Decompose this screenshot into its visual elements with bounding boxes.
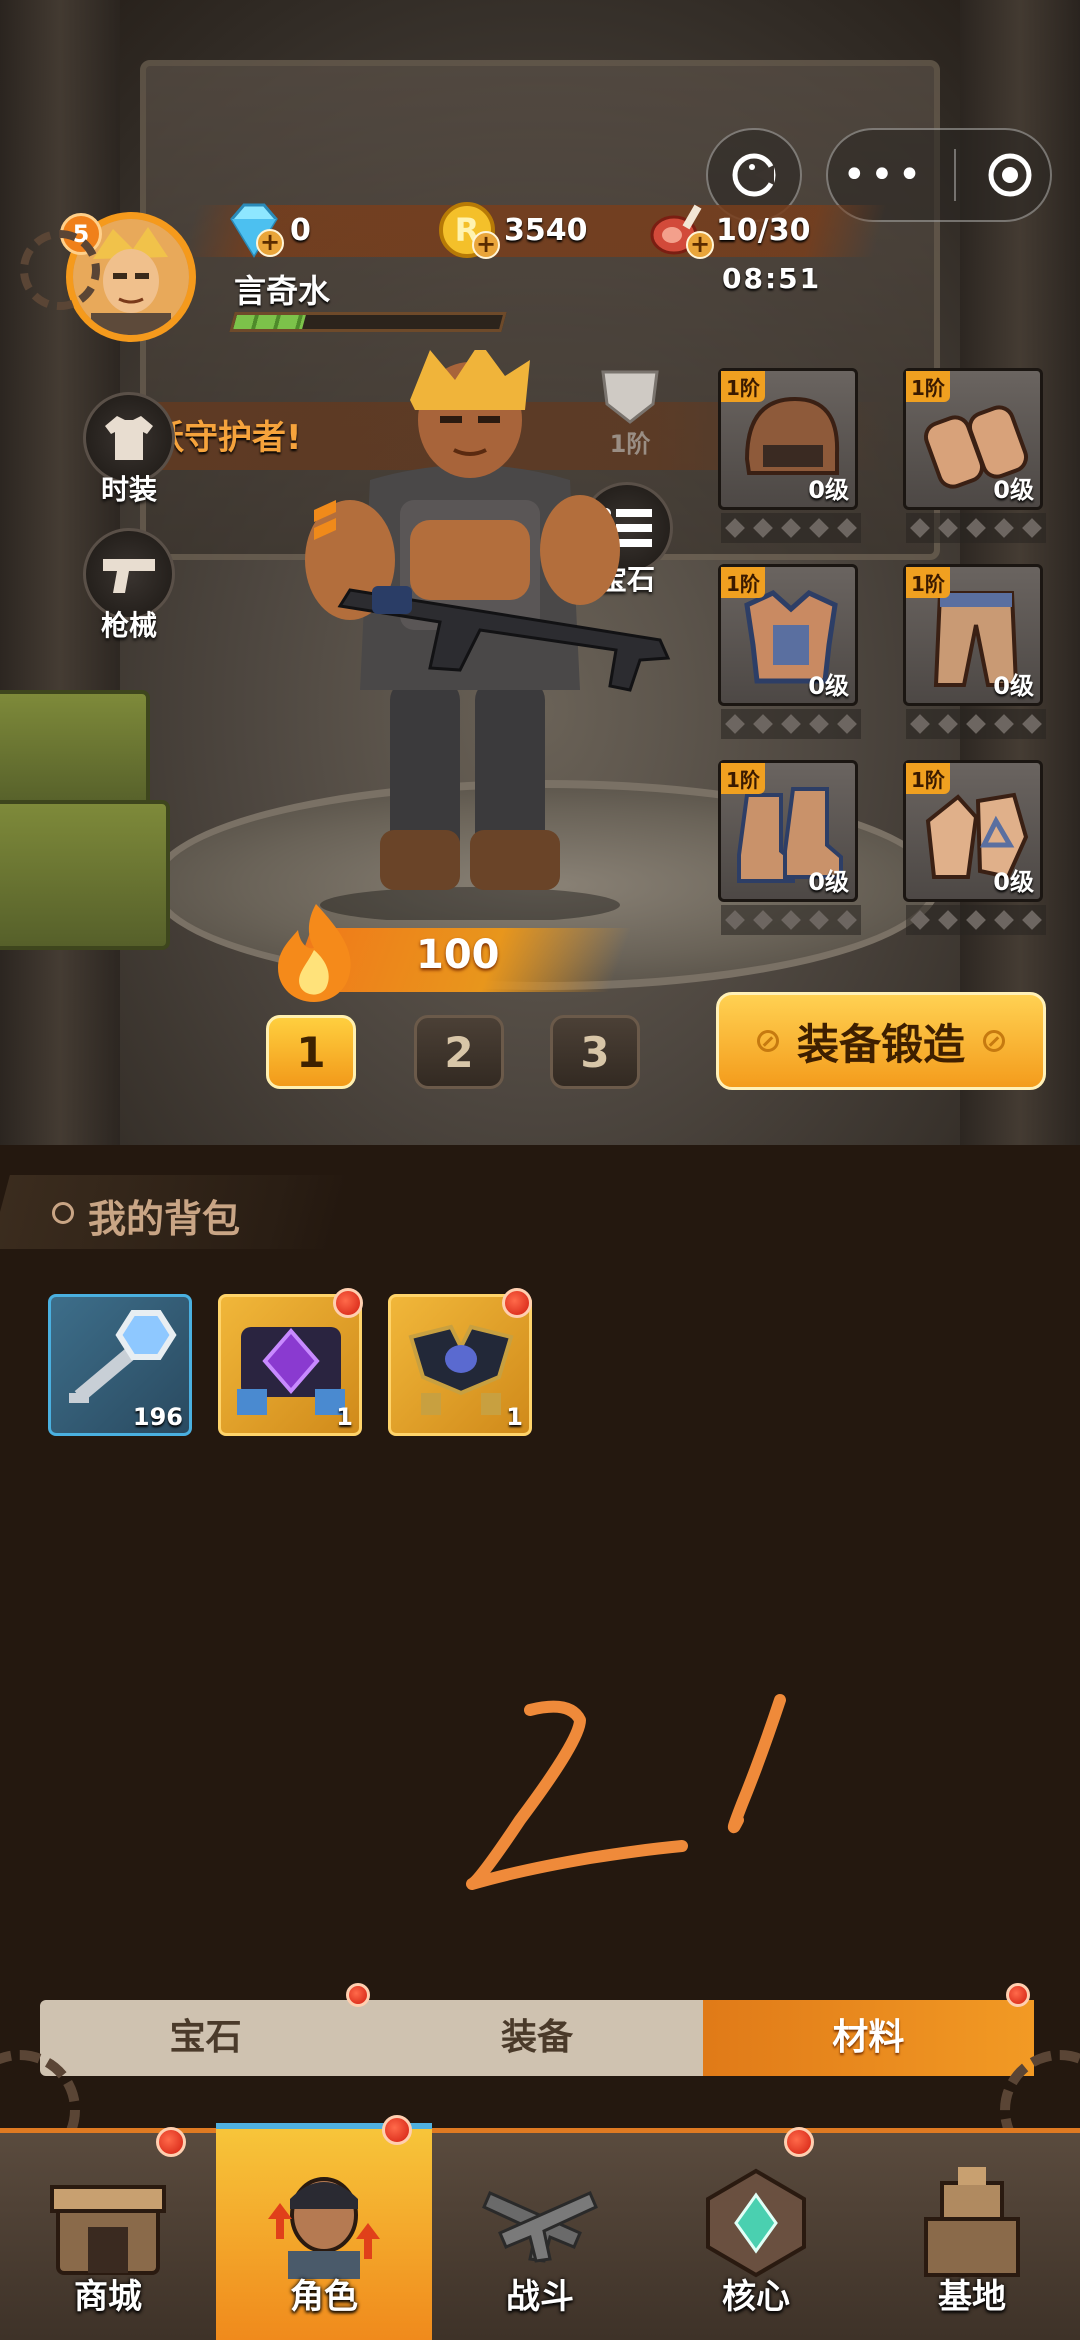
soldier-character[interactable] bbox=[280, 350, 690, 920]
slot-level: 0级 bbox=[808, 476, 849, 504]
gold-value: 3540 bbox=[504, 212, 588, 248]
equip-slot-pants[interactable]: 1阶 0级 bbox=[903, 564, 1046, 739]
gold-resource[interactable]: R + 3540 bbox=[436, 195, 588, 265]
deco-icon bbox=[983, 1030, 1005, 1052]
flame-icon bbox=[278, 904, 351, 1002]
slot-level: 0级 bbox=[808, 672, 849, 700]
pistol-icon bbox=[103, 559, 155, 593]
stamina-value: 10/30 bbox=[716, 212, 811, 248]
gem-sockets bbox=[906, 513, 1046, 543]
gem-sockets bbox=[721, 905, 861, 935]
shop-icon bbox=[50, 2185, 166, 2275]
character-icon bbox=[268, 2177, 380, 2279]
nav-badge-icon bbox=[784, 2127, 814, 2157]
slot-tier: 1阶 bbox=[721, 371, 765, 402]
nav-badge-icon bbox=[382, 2115, 412, 2145]
power-value: 100 bbox=[416, 932, 500, 978]
preset-tab-1[interactable]: 1 bbox=[266, 1015, 356, 1089]
nav-character[interactable]: 角色 bbox=[216, 2115, 432, 2340]
stamina-timer: 08:51 bbox=[722, 262, 822, 295]
item-count: 196 bbox=[132, 1403, 183, 1431]
slot-level: 0级 bbox=[993, 672, 1034, 700]
player-name: 言奇水 bbox=[234, 272, 331, 310]
add-gold-icon[interactable]: + bbox=[472, 231, 500, 259]
divider bbox=[954, 149, 957, 201]
slot-tier: 1阶 bbox=[721, 763, 765, 794]
equip-slot-bracers[interactable]: 1阶 0级 bbox=[903, 368, 1046, 543]
equip-slot-gloves[interactable]: 1阶 0级 bbox=[903, 760, 1046, 935]
diamond-resource[interactable]: + 0 bbox=[222, 195, 311, 265]
base-icon bbox=[924, 2167, 1020, 2277]
slot-tier: 1阶 bbox=[906, 763, 950, 794]
tab-equipment[interactable]: 装备 bbox=[371, 2000, 702, 2076]
core-icon bbox=[706, 2168, 806, 2278]
equipment-forge-button[interactable]: 装备锻造 bbox=[716, 992, 1046, 1090]
item-count: 1 bbox=[336, 1403, 353, 1431]
close-target-icon[interactable] bbox=[985, 150, 1035, 200]
add-diamond-icon[interactable]: + bbox=[256, 229, 284, 257]
nav-core-label: 核心 bbox=[722, 2277, 790, 2317]
forge-label: 装备锻造 bbox=[796, 1019, 965, 1069]
nav-core[interactable]: 核心 bbox=[648, 2127, 864, 2340]
crate bbox=[0, 800, 170, 950]
fashion-label: 时装 bbox=[100, 473, 157, 506]
fashion-button[interactable]: 时装 bbox=[74, 392, 184, 508]
category-tabs: 宝石 装备 材料 bbox=[40, 2000, 1034, 2076]
guns-label: 枪械 bbox=[100, 609, 157, 642]
shirt-icon bbox=[105, 416, 153, 460]
crossed-guns-icon bbox=[482, 2191, 598, 2263]
add-stamina-icon[interactable]: + bbox=[686, 231, 714, 259]
xp-fill bbox=[233, 315, 307, 329]
slot-level: 0级 bbox=[808, 868, 849, 896]
nav-shop-label: 商城 bbox=[74, 2277, 142, 2317]
slot-tier: 1阶 bbox=[721, 567, 765, 598]
nav-character-label: 角色 bbox=[290, 2277, 358, 2317]
tab-gems[interactable]: 宝石 bbox=[40, 2000, 371, 2076]
more-icon[interactable]: ••• bbox=[843, 155, 926, 195]
pacman-icon bbox=[732, 153, 776, 197]
nav-battle[interactable]: 战斗 bbox=[432, 2133, 648, 2340]
backpack-item-key[interactable]: 196 bbox=[48, 1294, 192, 1436]
equip-slot-helmet[interactable]: 1阶 0级 bbox=[718, 368, 861, 543]
new-badge-icon bbox=[502, 1288, 532, 1318]
nav-base[interactable]: 基地 bbox=[864, 2133, 1080, 2340]
stamina-resource[interactable]: + 10/30 bbox=[648, 195, 810, 265]
gear-decoration bbox=[20, 230, 100, 310]
backpack-title: 我的背包 bbox=[88, 1197, 241, 1241]
gem-sockets bbox=[906, 905, 1046, 935]
diamond-value: 0 bbox=[290, 212, 311, 248]
tab-badge-icon bbox=[1006, 1983, 1030, 2007]
tab-badge-icon bbox=[346, 1983, 370, 2007]
tab-materials[interactable]: 材料 bbox=[702, 2000, 1034, 2076]
handwritten-21 bbox=[466, 1694, 786, 1890]
deco-icon bbox=[756, 1030, 779, 1052]
preset-tab-2[interactable]: 2 bbox=[414, 1015, 504, 1089]
slot-tier: 1阶 bbox=[906, 371, 950, 402]
crate bbox=[0, 690, 150, 810]
xp-bar bbox=[229, 312, 507, 332]
slot-tier: 1阶 bbox=[906, 567, 950, 598]
bottom-nav: 商城 角色 战斗 核心 基地 bbox=[0, 2115, 1080, 2340]
nav-battle-label: 战斗 bbox=[506, 2277, 574, 2317]
guns-button[interactable]: 枪械 bbox=[74, 528, 184, 644]
equip-slot-boots[interactable]: 1阶 0级 bbox=[718, 760, 861, 935]
item-count: 1 bbox=[506, 1403, 523, 1431]
gem-sockets bbox=[721, 513, 861, 543]
slot-level: 0级 bbox=[993, 476, 1034, 504]
new-badge-icon bbox=[333, 1288, 363, 1318]
nav-base-label: 基地 bbox=[938, 2277, 1006, 2317]
preset-tab-3[interactable]: 3 bbox=[550, 1015, 640, 1089]
slot-level: 0级 bbox=[993, 868, 1034, 896]
bag-bullet-icon bbox=[52, 1202, 74, 1224]
nav-badge-icon bbox=[156, 2127, 186, 2157]
gem-sockets bbox=[721, 709, 861, 739]
equip-slot-armor[interactable]: 1阶 0级 bbox=[718, 564, 861, 739]
gem-sockets bbox=[906, 709, 1046, 739]
nav-shop[interactable]: 商城 bbox=[0, 2127, 216, 2340]
